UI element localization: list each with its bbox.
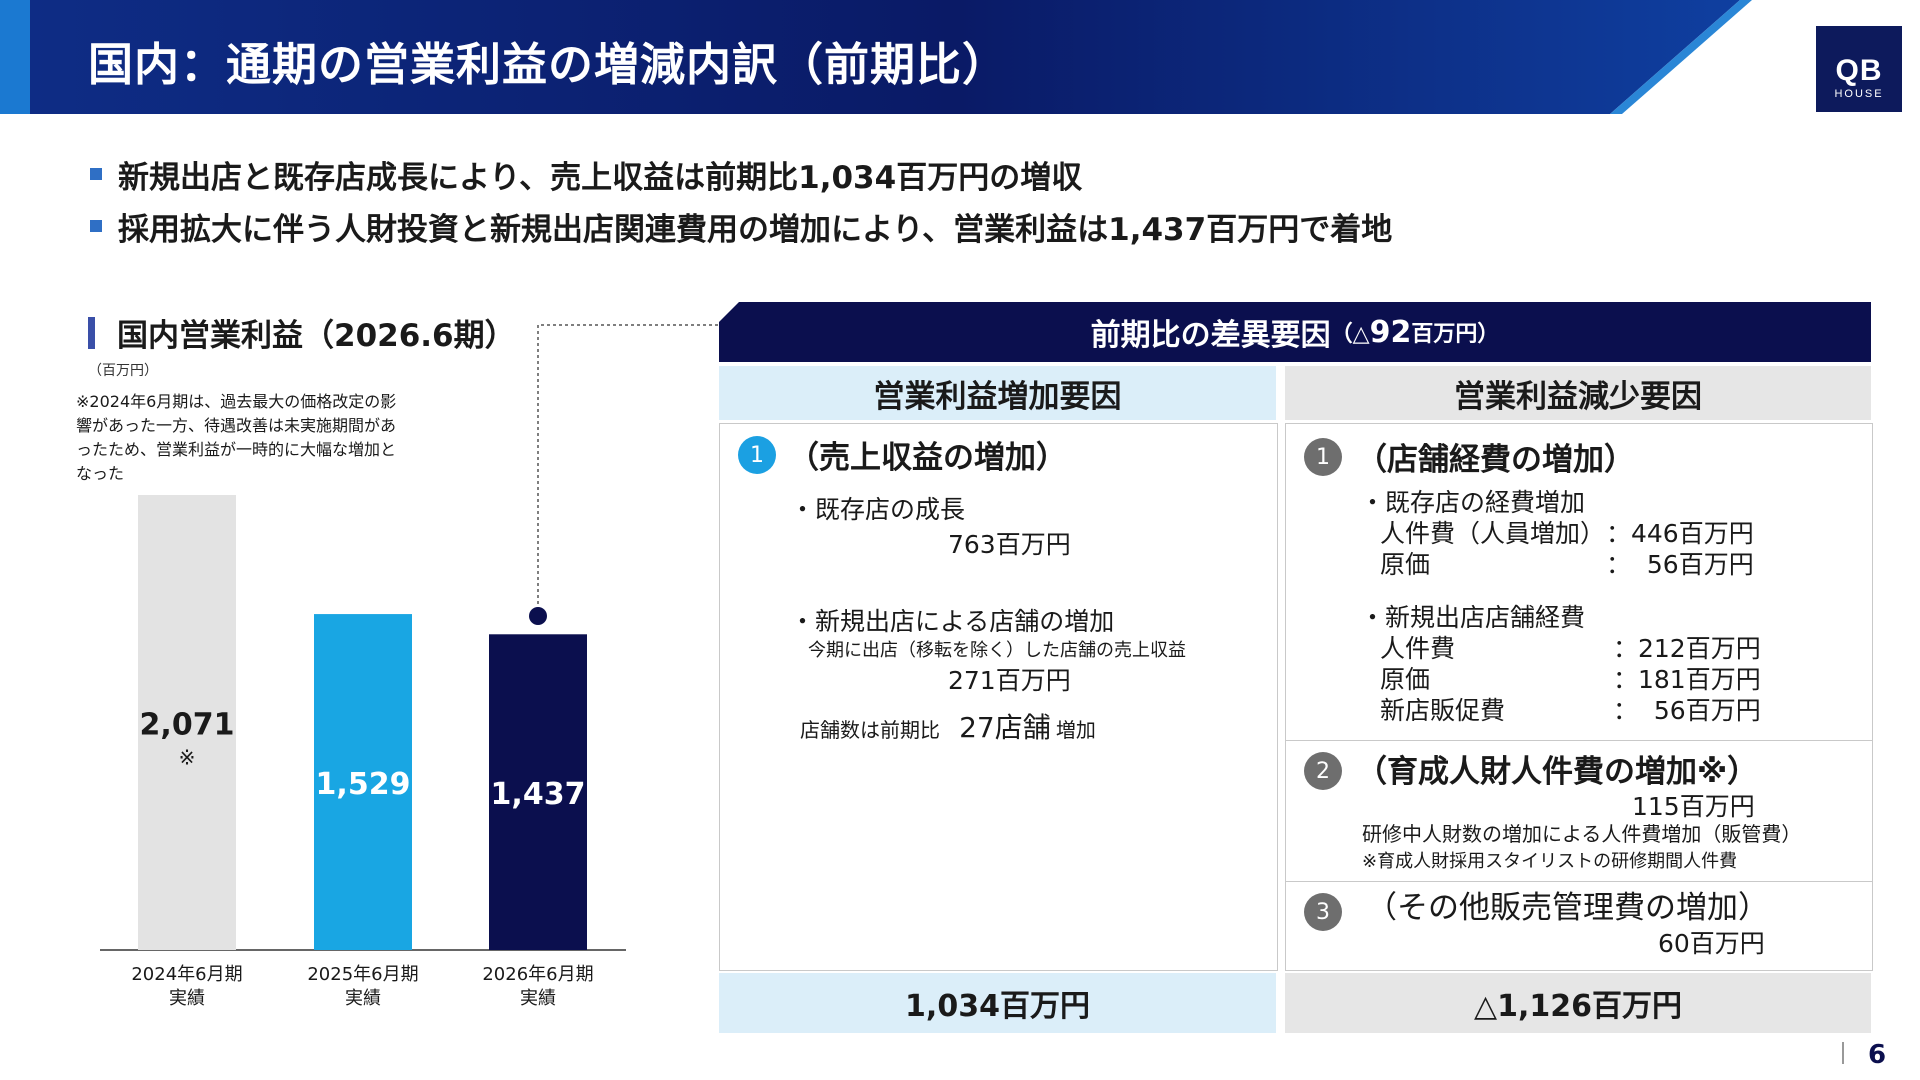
x-axis-tick-label: 2026年6月期: [482, 964, 593, 985]
expense-row-value: ： 56百万円: [1606, 550, 1754, 579]
other-sga-heading: （その他販売管理費の増加）: [1366, 890, 1769, 926]
table-header-number: 92: [1369, 314, 1412, 350]
number-badge-3: 3: [1304, 893, 1342, 931]
bar-note-mark: ※: [179, 746, 196, 770]
increase-heading: （売上収益の増加）: [788, 440, 1067, 476]
logo-main: QB: [1835, 54, 1883, 87]
bar-value-label: 1,437: [491, 777, 586, 812]
x-axis-tick-label: 実績: [169, 988, 205, 1009]
store-count-number: 27店舗: [959, 711, 1051, 744]
page-number-separator: [1842, 1042, 1844, 1064]
other-sga-amount: 60百万円: [1658, 929, 1765, 958]
table-header-unit: 百万円）: [1411, 322, 1500, 347]
qb-house-logo: QB HOUSE: [1816, 26, 1902, 112]
trainee-cost-description: 研修中人財数の増加による人件費増加（販管費）: [1362, 822, 1802, 846]
increase-total: 1,034百万円: [719, 973, 1276, 1033]
x-axis-tick-label: 2024年6月期: [131, 964, 242, 985]
number-badge-1: 1: [1304, 438, 1342, 476]
decrease-total: △1,126百万円: [1285, 973, 1871, 1033]
new-store-label: ・新規出店による店舗の増加: [790, 607, 1115, 636]
existing-store-growth-amount: 763百万円: [948, 530, 1071, 559]
x-axis-tick-label: 2025年6月期: [307, 964, 418, 985]
header-corner-notch: [719, 302, 739, 322]
store-count-suffix: 増加: [1055, 718, 1096, 742]
trainee-cost-heading: （育成人財人件費の増加※）: [1356, 754, 1759, 790]
connector-dot: [529, 607, 547, 625]
expense-row-label: 新店販促費: [1380, 696, 1506, 725]
page-number: 6: [1868, 1040, 1887, 1070]
new-store-sub-label: 今期に出店（移転を除く）した店舗の売上収益: [808, 640, 1186, 661]
table-header: 前期比の差異要因 （△ 92 百万円）: [719, 302, 1871, 362]
bar-value-label: 2,071: [140, 708, 235, 743]
new-store-amount: 271百万円: [948, 666, 1071, 695]
bar-value-label: 1,529: [316, 767, 411, 802]
decrease-column-header: 営業利益減少要因: [1285, 366, 1871, 420]
logo-sub: HOUSE: [1834, 88, 1884, 100]
expense-row-value: ： 56百万円: [1613, 696, 1761, 725]
existing-store-growth-label: ・既存店の成長: [790, 495, 966, 524]
number-badge-1: 1: [738, 436, 776, 474]
operating-profit-bar-chart: 2,071※2024年6月期実績1,5292025年6月期実績1,4372026…: [100, 324, 719, 1009]
table-header-open: （△: [1330, 322, 1370, 347]
connector-line: [537, 324, 719, 616]
increase-column-header: 営業利益増加要因: [719, 366, 1276, 420]
expense-row-label: 原価: [1380, 550, 1431, 579]
trainee-cost-note: ※育成人財採用スタイリストの研修期間人件費: [1362, 851, 1738, 872]
store-count-prefix: 店舗数は前期比: [800, 718, 940, 742]
table-header-title: 前期比の差異要因: [1090, 318, 1331, 353]
number-badge-2: 2: [1304, 752, 1342, 790]
x-axis-tick-label: 実績: [520, 988, 556, 1009]
x-axis-tick-label: 実績: [345, 988, 381, 1009]
store-expense-heading: （店舗経費の増加）: [1356, 442, 1635, 478]
store-count-line: 店舗数は前期比 27店舗 増加: [800, 706, 1096, 746]
